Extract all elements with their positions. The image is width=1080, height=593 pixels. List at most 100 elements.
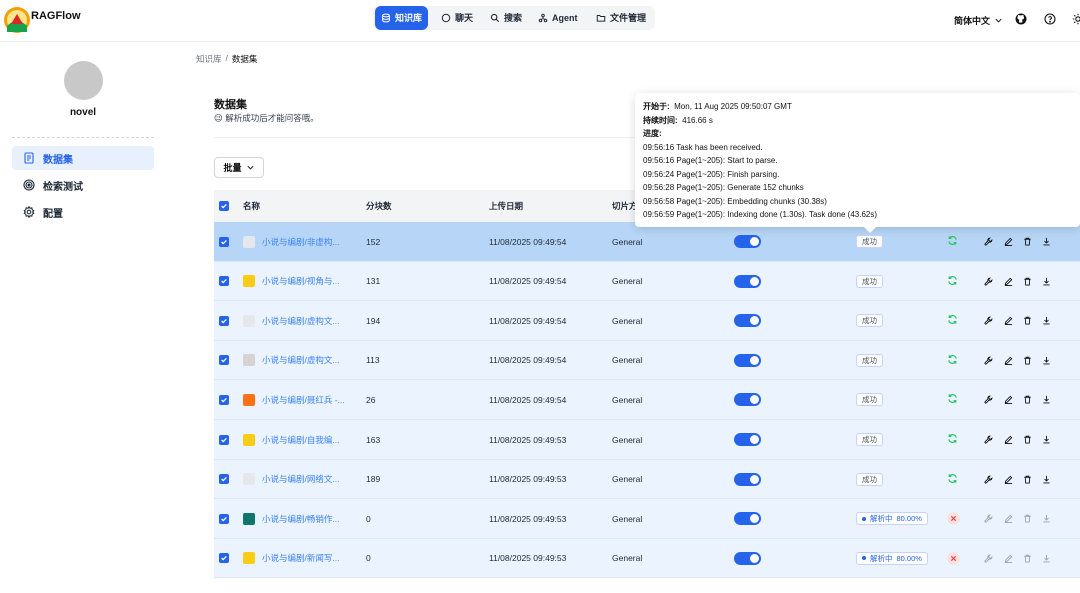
table-row[interactable]: 小说与编剧/非虚构... 152 11/08/2025 09:49:54 Genera… xyxy=(214,222,1080,262)
nav-search[interactable]: 搜索 xyxy=(484,6,528,30)
table-row[interactable]: 小说与编剧/视角与... 131 11/08/2025 09:49:54 Genera… xyxy=(214,261,1080,302)
reparse-button[interactable] xyxy=(947,393,958,406)
reparse-button[interactable] xyxy=(947,433,958,446)
download-button[interactable] xyxy=(1042,420,1051,459)
row-checkbox[interactable] xyxy=(219,394,229,405)
status-badge[interactable]: 解析中 80.00% xyxy=(856,551,928,565)
status-badge[interactable]: 成功 xyxy=(856,274,883,288)
table-row[interactable]: 小说与编剧/新闻写... 0 11/08/2025 09:49:53 General 解… xyxy=(214,538,1080,579)
delete-button[interactable] xyxy=(1023,380,1032,419)
table-row[interactable]: 小说与编剧/虚构文... 113 11/08/2025 09:49:54 Genera… xyxy=(214,340,1080,381)
parse-settings-button[interactable] xyxy=(984,499,993,538)
table-row[interactable]: 小说与编剧/虚构文... 194 11/08/2025 09:49:54 Genera… xyxy=(214,301,1080,341)
parse-settings-button[interactable] xyxy=(984,222,993,261)
status-badge[interactable]: 成功 xyxy=(856,235,883,248)
header-name[interactable]: 名称 xyxy=(243,190,260,222)
download-button[interactable] xyxy=(1042,262,1051,301)
nav-knowledge-base[interactable]: 知识库 xyxy=(375,6,429,30)
rename-button[interactable] xyxy=(1004,380,1013,419)
nav-file-management[interactable]: 文件管理 xyxy=(590,6,652,30)
parse-settings-button[interactable] xyxy=(984,262,993,301)
table-row[interactable]: 小说与编剧/聂红兵 -... 26 11/08/2025 09:49:54 Gener… xyxy=(214,380,1080,420)
download-button[interactable] xyxy=(1042,301,1051,340)
delete-button[interactable] xyxy=(1023,420,1032,459)
rename-button[interactable] xyxy=(1004,222,1013,261)
rename-button[interactable] xyxy=(1004,460,1013,499)
enable-toggle[interactable] xyxy=(734,393,761,407)
rename-button[interactable] xyxy=(1004,499,1013,538)
file-name-link[interactable]: 小说与编剧/视角与... xyxy=(262,275,339,287)
delete-button[interactable] xyxy=(1023,262,1032,301)
ragflow-logo[interactable] xyxy=(3,4,31,34)
download-button[interactable] xyxy=(1042,539,1051,578)
header-chunks[interactable]: 分块数 xyxy=(366,190,392,222)
file-name-link[interactable]: 小说与编剧/自我编... xyxy=(262,434,339,446)
delete-button[interactable] xyxy=(1023,222,1032,261)
theme-sun-icon[interactable] xyxy=(1072,13,1080,25)
file-name-link[interactable]: 小说与编剧/网络文... xyxy=(262,473,339,485)
file-name-link[interactable]: 小说与编剧/新闻写... xyxy=(262,552,339,564)
parse-settings-button[interactable] xyxy=(984,380,993,419)
parse-settings-button[interactable] xyxy=(984,420,993,459)
reparse-button[interactable] xyxy=(947,235,958,248)
enable-toggle[interactable] xyxy=(734,433,761,446)
row-checkbox[interactable] xyxy=(219,474,229,485)
reparse-button[interactable] xyxy=(947,275,958,288)
parse-settings-button[interactable] xyxy=(984,301,993,340)
enable-toggle[interactable] xyxy=(734,512,761,526)
select-all-checkbox[interactable] xyxy=(219,190,229,222)
reparse-button[interactable] xyxy=(947,473,958,486)
status-badge[interactable]: 成功 xyxy=(856,353,883,367)
language-selector[interactable]: 简体中文 xyxy=(954,14,1003,27)
github-icon[interactable] xyxy=(1015,13,1027,25)
table-row[interactable]: 小说与编剧/网络文... 189 11/08/2025 09:49:53 Genera… xyxy=(214,459,1080,500)
download-button[interactable] xyxy=(1042,341,1051,380)
file-name-link[interactable]: 小说与编剧/非虚构... xyxy=(262,236,339,248)
rename-button[interactable] xyxy=(1004,301,1013,340)
delete-button[interactable] xyxy=(1023,341,1032,380)
breadcrumb-root[interactable]: 知识库 xyxy=(196,53,222,65)
enable-toggle[interactable] xyxy=(734,274,761,288)
file-name-link[interactable]: 小说与编剧/虚构文... xyxy=(262,354,339,366)
header-chunk-method[interactable]: 切片方 xyxy=(612,190,638,222)
row-checkbox[interactable] xyxy=(219,513,229,524)
delete-button[interactable] xyxy=(1023,301,1032,340)
row-checkbox[interactable] xyxy=(219,315,229,326)
download-button[interactable] xyxy=(1042,460,1051,499)
delete-button[interactable] xyxy=(1023,499,1032,538)
rename-button[interactable] xyxy=(1004,341,1013,380)
download-button[interactable] xyxy=(1042,380,1051,419)
status-badge[interactable]: 解析中 80.00% xyxy=(856,512,928,526)
status-badge[interactable]: 成功 xyxy=(856,472,883,486)
status-badge[interactable]: 成功 xyxy=(856,433,883,446)
table-row[interactable]: 小说与编剧/自我编... 163 11/08/2025 09:49:53 Genera… xyxy=(214,420,1080,460)
table-row[interactable]: 小说与编剧/畅销作... 0 11/08/2025 09:49:53 General 解… xyxy=(214,499,1080,539)
cancel-parse-button[interactable] xyxy=(947,551,960,565)
row-checkbox[interactable] xyxy=(219,553,229,564)
rename-button[interactable] xyxy=(1004,420,1013,459)
rename-button[interactable] xyxy=(1004,262,1013,301)
sidebar-item-retrieval-test[interactable]: 检索测试 xyxy=(12,173,154,197)
delete-button[interactable] xyxy=(1023,539,1032,578)
rename-button[interactable] xyxy=(1004,539,1013,578)
download-button[interactable] xyxy=(1042,499,1051,538)
sidebar-item-dataset[interactable]: 数据集 xyxy=(12,146,154,170)
batch-button[interactable]: 批量 xyxy=(214,157,264,178)
nav-chat[interactable]: 聊天 xyxy=(435,6,479,30)
sidebar-item-settings[interactable]: 配置 xyxy=(12,200,154,224)
row-checkbox[interactable] xyxy=(219,276,229,287)
enable-toggle[interactable] xyxy=(734,472,761,486)
cancel-parse-button[interactable] xyxy=(947,512,960,526)
reparse-button[interactable] xyxy=(947,314,958,327)
row-checkbox[interactable] xyxy=(219,236,229,247)
reparse-button[interactable] xyxy=(947,354,958,367)
header-upload-date[interactable]: 上传日期 xyxy=(489,190,523,222)
file-name-link[interactable]: 小说与编剧/虚构文... xyxy=(262,315,339,327)
file-name-link[interactable]: 小说与编剧/畅销作... xyxy=(262,513,339,525)
enable-toggle[interactable] xyxy=(734,353,761,367)
enable-toggle[interactable] xyxy=(734,551,761,565)
enable-toggle[interactable] xyxy=(734,235,761,248)
download-button[interactable] xyxy=(1042,222,1051,261)
status-badge[interactable]: 成功 xyxy=(856,314,883,328)
parse-settings-button[interactable] xyxy=(984,341,993,380)
